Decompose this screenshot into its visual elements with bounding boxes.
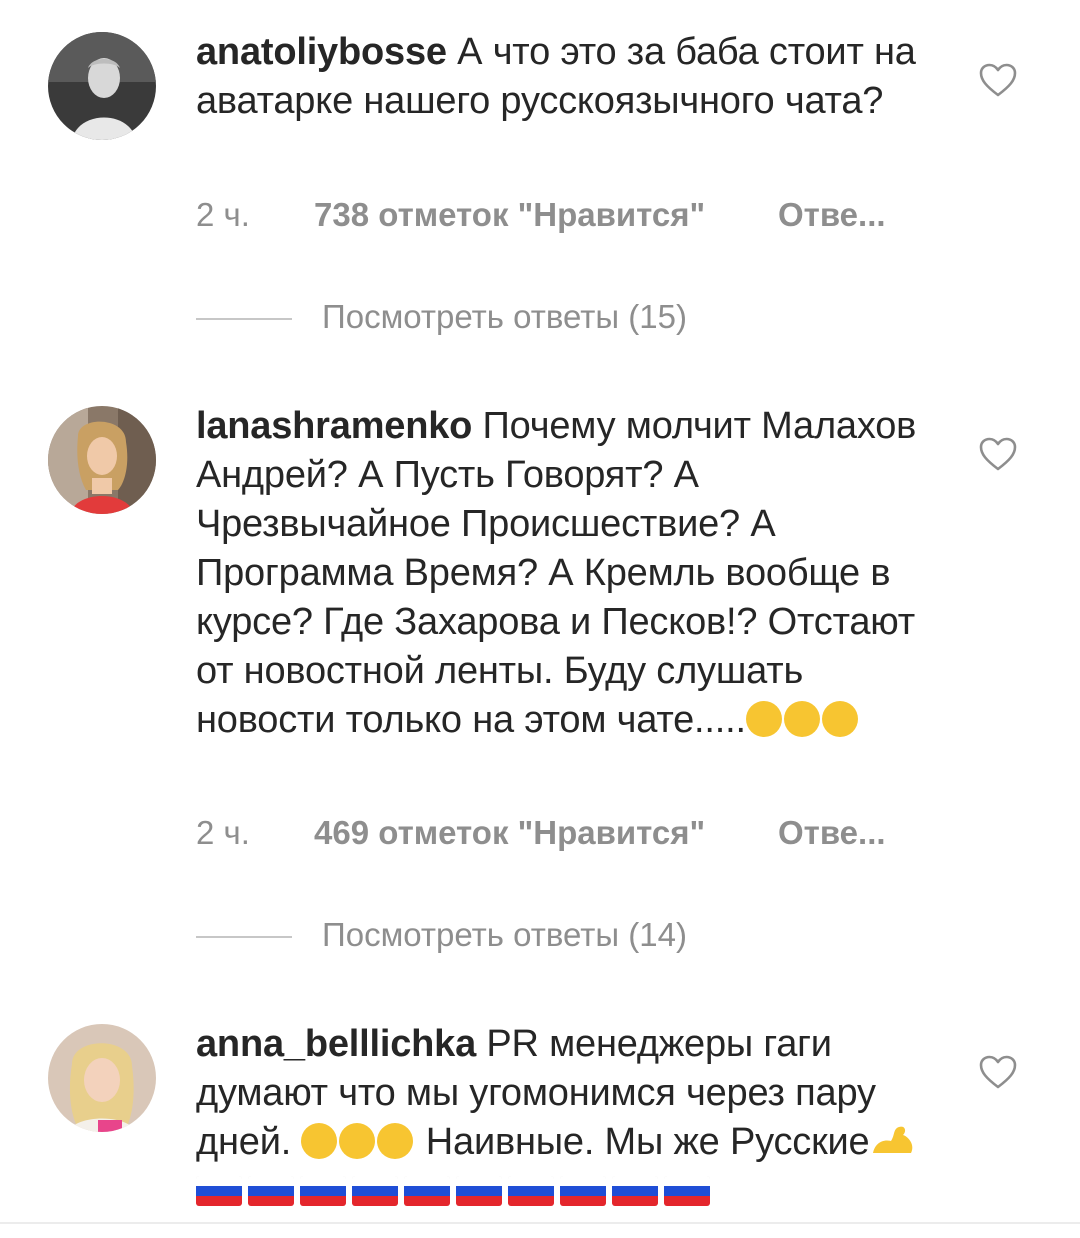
reply-button[interactable]: Отве... [778, 814, 886, 852]
rofl-emoji [377, 1123, 414, 1159]
likes-count[interactable]: 738 отметок "Нравится" [314, 196, 705, 234]
heart-outline-icon[interactable] [978, 436, 1018, 472]
comment-meta: 2 ч. 469 отметок "Нравится" Отве... [196, 814, 936, 854]
view-replies-label: Посмотреть ответы (14) [322, 916, 687, 953]
russia-flag-emoji [508, 1176, 554, 1206]
russia-flag-emoji [196, 1176, 242, 1206]
view-replies-button[interactable]: Посмотреть ответы (14) [196, 916, 756, 956]
rofl-emoji [821, 701, 858, 737]
comment-text: anatoliybosse А что это за баба стоит на… [196, 28, 936, 126]
grinning-emoji [783, 701, 820, 737]
russia-flag-emoji [612, 1176, 658, 1206]
russia-flag-emoji [300, 1176, 346, 1206]
username[interactable]: lanashramenko [196, 405, 472, 447]
avatar[interactable] [48, 1024, 156, 1132]
rofl-emoji [339, 1123, 376, 1159]
likes-count[interactable]: 469 отметок "Нравится" [314, 814, 705, 852]
comment-time: 2 ч. [196, 814, 250, 851]
username[interactable]: anna_belllichka [196, 1023, 476, 1065]
divider-line [196, 936, 292, 938]
heart-outline-icon[interactable] [978, 1054, 1018, 1090]
avatar-photo-icon [48, 406, 156, 514]
emoji-tail [745, 699, 860, 741]
avatar[interactable] [48, 32, 156, 140]
emoji-mid [301, 1121, 415, 1163]
reply-button[interactable]: Отве... [778, 196, 886, 234]
flexed-biceps-emoji [873, 1126, 913, 1153]
heart-outline-icon[interactable] [978, 62, 1018, 98]
russia-flag-emoji [352, 1176, 398, 1206]
russia-flag-emoji [664, 1176, 710, 1206]
rofl-emoji [301, 1123, 338, 1159]
avatar-photo-icon [48, 1024, 156, 1132]
view-replies-label: Посмотреть ответы (15) [322, 298, 687, 335]
comment-body: Почему молчит Малахов Андрей? А Пусть Го… [196, 405, 917, 741]
comment-body-part2: Наивные. Мы же Русские [415, 1121, 870, 1163]
comment-time: 2 ч. [196, 196, 250, 233]
russia-flag-emoji [248, 1176, 294, 1206]
avatar[interactable] [48, 406, 156, 514]
rofl-emoji [745, 701, 782, 737]
comment-text: lanashramenko Почему молчит Малахов Андр… [196, 402, 936, 745]
comment-text: anna_belllichka PR менеджеры гаги думают… [196, 1020, 936, 1216]
russia-flag-emoji [456, 1176, 502, 1206]
avatar-photo-icon [48, 32, 156, 140]
bottom-divider [0, 1222, 1080, 1224]
russia-flag-emoji [404, 1176, 450, 1206]
username[interactable]: anatoliybosse [196, 31, 447, 73]
russia-flag-emoji [560, 1176, 606, 1206]
divider-line [196, 318, 292, 320]
comment-meta: 2 ч. 738 отметок "Нравится" Отве... [196, 196, 936, 236]
view-replies-button[interactable]: Посмотреть ответы (15) [196, 298, 756, 338]
